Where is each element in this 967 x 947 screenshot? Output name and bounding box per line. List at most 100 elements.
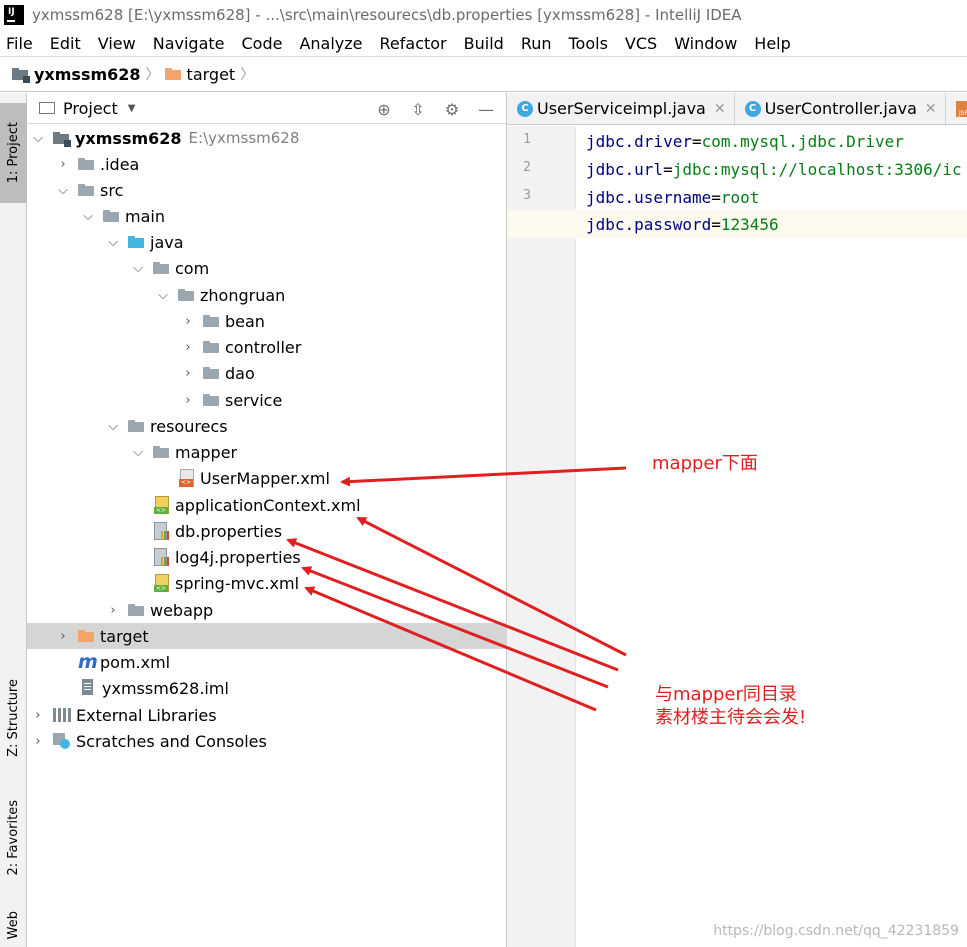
properties-file-icon xyxy=(153,522,169,540)
breadcrumb-item-project[interactable]: yxmssm628 xyxy=(12,65,141,84)
scratches-icon xyxy=(53,733,71,749)
expand-arrow-icon[interactable]: ⌵ xyxy=(31,131,45,146)
menu-edit[interactable]: Edit xyxy=(50,34,81,53)
project-panel-title[interactable]: Project xyxy=(63,99,118,118)
property-equals: = xyxy=(711,215,721,234)
collapse-arrow-icon[interactable]: › xyxy=(181,340,195,355)
property-value: 123456 xyxy=(720,215,779,234)
tree-row-spring-mvc-xml[interactable]: spring-mvc.xml xyxy=(27,570,507,596)
annotation-mapper-below: mapper下面 xyxy=(652,453,758,474)
tree-label: main xyxy=(125,206,165,226)
tab-userserviceimpl[interactable]: C UserServiceimpl.java ✕ xyxy=(507,93,735,124)
tree-row-target[interactable]: › target xyxy=(27,623,507,649)
tree-path-hint: E:\yxmssm628 xyxy=(188,129,300,147)
side-tab-structure[interactable]: Z: Structure xyxy=(0,668,27,768)
menu-vcs[interactable]: VCS xyxy=(625,34,657,53)
tree-label: UserMapper.xml xyxy=(200,468,330,488)
menu-run[interactable]: Run xyxy=(521,34,552,53)
chevron-down-icon[interactable]: ▼ xyxy=(128,103,136,114)
gear-icon[interactable]: ⚙ xyxy=(442,99,462,119)
expand-arrow-icon[interactable]: ⌵ xyxy=(156,288,170,303)
menu-build[interactable]: Build xyxy=(464,34,504,53)
collapse-arrow-icon[interactable]: › xyxy=(31,708,45,723)
collapse-arrow-icon[interactable]: › xyxy=(181,314,195,329)
tree-label: src xyxy=(100,180,124,200)
project-panel-toolbar: ⊕ ⇳ ⚙ — xyxy=(374,99,496,119)
tree-row-zhongruan[interactable]: ⌵ zhongruan xyxy=(27,282,507,308)
tree-row-mapper[interactable]: ⌵ mapper xyxy=(27,439,507,465)
code-line: jdbc.username=root xyxy=(586,184,759,212)
collapse-arrow-icon[interactable]: › xyxy=(181,366,195,381)
property-key: jdbc.url xyxy=(586,160,664,179)
tree-row-usermapper-xml[interactable]: UserMapper.xml xyxy=(27,465,507,491)
spring-xml-icon xyxy=(153,496,169,514)
menu-view[interactable]: View xyxy=(98,34,136,53)
expand-arrow-icon[interactable]: ⌵ xyxy=(81,209,95,224)
code-area[interactable]: jdbc.driver=com.mysql.jdbc.Driver jdbc.u… xyxy=(507,126,967,947)
tree-row-controller[interactable]: › controller xyxy=(27,334,507,360)
tree-row-dao[interactable]: › dao xyxy=(27,360,507,386)
collapse-arrow-icon[interactable]: › xyxy=(181,393,195,408)
editor: C UserServiceimpl.java ✕ C UserControlle… xyxy=(507,93,967,947)
tree-label: resourecs xyxy=(150,416,228,436)
tree-row-main[interactable]: ⌵ main xyxy=(27,203,507,229)
tree-label: External Libraries xyxy=(76,705,217,725)
tree-row-bean[interactable]: › bean xyxy=(27,308,507,334)
breadcrumb-item-target[interactable]: target xyxy=(164,65,235,84)
collapse-arrow-icon[interactable]: › xyxy=(31,734,45,749)
folder-icon xyxy=(78,158,94,170)
tab-index-jsp[interactable]: JSP ind xyxy=(946,93,967,124)
class-icon: C xyxy=(517,100,533,117)
side-tab-project[interactable]: 1: Project xyxy=(0,103,27,203)
expand-arrow-icon[interactable]: ⌵ xyxy=(106,235,120,250)
close-icon[interactable]: ✕ xyxy=(925,101,937,117)
tree-label: webapp xyxy=(150,600,214,620)
expand-arrow-icon[interactable]: ⌵ xyxy=(106,419,120,434)
line-number: 1 xyxy=(523,132,531,147)
tree-row-db-properties[interactable]: db.properties xyxy=(27,518,507,544)
collapse-arrow-icon[interactable]: › xyxy=(106,603,120,618)
menu-help[interactable]: Help xyxy=(754,34,790,53)
menu-window[interactable]: Window xyxy=(674,34,737,53)
expand-arrow-icon[interactable]: ⌵ xyxy=(131,261,145,276)
tree-row-service[interactable]: › service xyxy=(27,387,507,413)
hide-icon[interactable]: — xyxy=(476,99,496,119)
tree-row-com[interactable]: ⌵ com xyxy=(27,255,507,281)
expand-arrow-icon[interactable]: ⌵ xyxy=(56,183,70,198)
spring-xml-icon xyxy=(153,574,169,592)
tab-usercontroller[interactable]: C UserController.java ✕ xyxy=(735,93,946,124)
resources-folder-icon xyxy=(128,420,144,432)
menu-code[interactable]: Code xyxy=(242,34,283,53)
close-icon[interactable]: ✕ xyxy=(714,101,726,117)
editor-tab-bar: C UserServiceimpl.java ✕ C UserControlle… xyxy=(507,93,967,125)
side-tab-web[interactable]: Web xyxy=(0,903,27,947)
menu-navigate[interactable]: Navigate xyxy=(153,34,225,53)
module-icon xyxy=(12,67,30,83)
tab-label: UserServiceimpl.java xyxy=(537,99,706,118)
collapse-arrow-icon[interactable]: › xyxy=(56,629,70,644)
tree-row-idea[interactable]: › .idea xyxy=(27,151,507,177)
tree-row-java[interactable]: ⌵ java xyxy=(27,229,507,255)
tree-label: yxmssm628 xyxy=(75,128,182,148)
tree-row-scratches[interactable]: › Scratches and Consoles xyxy=(27,728,507,754)
collapse-all-icon[interactable]: ⇳ xyxy=(408,99,428,119)
side-tab-favorites[interactable]: 2: Favorites xyxy=(0,788,27,888)
tree-row-yxmssm628[interactable]: ⌵ yxmssm628 E:\yxmssm628 xyxy=(27,125,507,151)
tree-row-pom-xml[interactable]: m pom.xml xyxy=(27,649,507,675)
tree-row-iml[interactable]: yxmssm628.iml xyxy=(27,675,507,701)
menu-analyze[interactable]: Analyze xyxy=(299,34,362,53)
iml-file-icon xyxy=(80,679,96,697)
tree-row-log4j-properties[interactable]: log4j.properties xyxy=(27,544,507,570)
collapse-arrow-icon[interactable]: › xyxy=(56,157,70,172)
tree-row-external-libraries[interactable]: › External Libraries xyxy=(27,702,507,728)
menu-file[interactable]: File xyxy=(6,34,33,53)
tree-row-src[interactable]: ⌵ src xyxy=(27,177,507,203)
menu-refactor[interactable]: Refactor xyxy=(380,34,447,53)
menu-tools[interactable]: Tools xyxy=(569,34,608,53)
tree-row-webapp[interactable]: › webapp xyxy=(27,597,507,623)
locate-icon[interactable]: ⊕ xyxy=(374,99,394,119)
tree-row-resourecs[interactable]: ⌵ resourecs xyxy=(27,413,507,439)
tree-row-applicationcontext-xml[interactable]: applicationContext.xml xyxy=(27,492,507,518)
package-icon xyxy=(203,367,219,379)
expand-arrow-icon[interactable]: ⌵ xyxy=(131,445,145,460)
